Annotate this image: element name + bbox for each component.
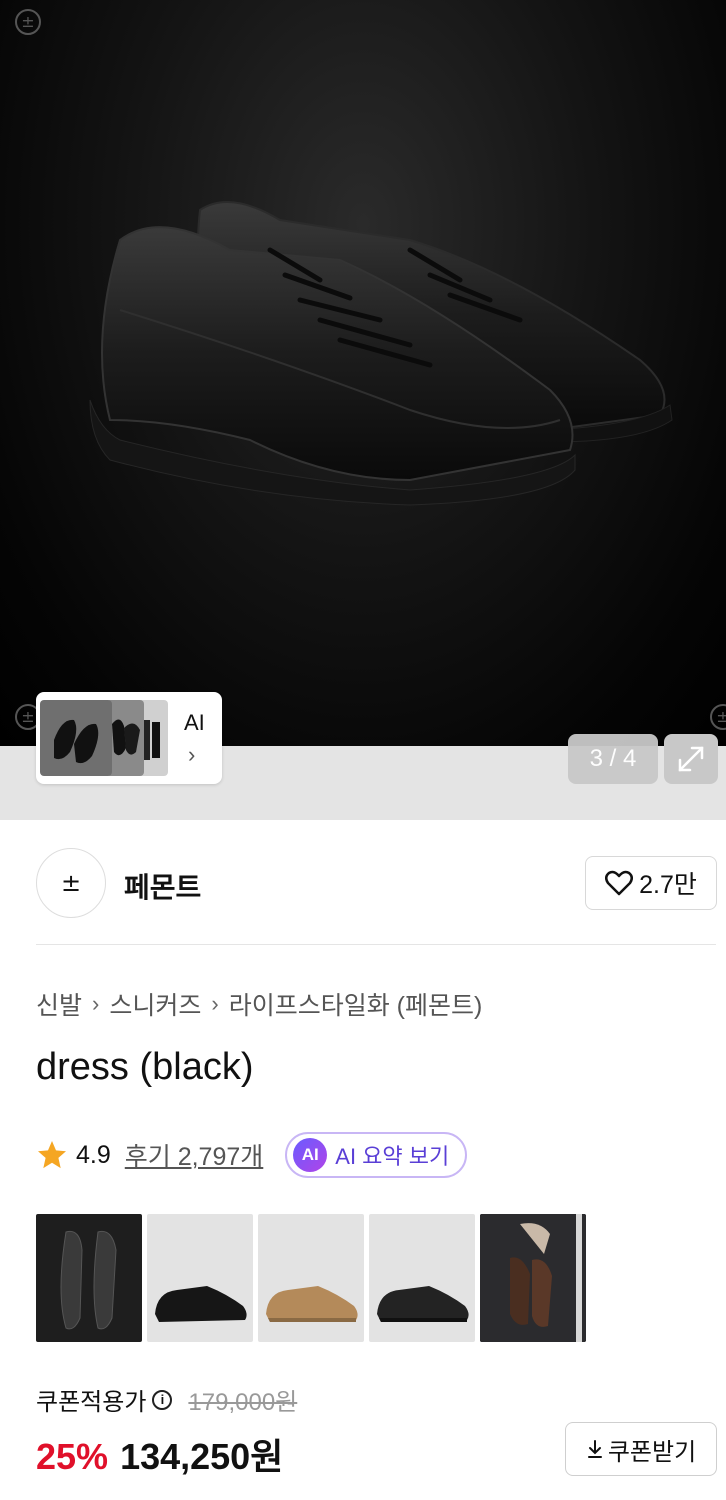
like-count: 2.7만 [639,871,697,899]
ai-badge: AI [293,1138,328,1172]
price-row: 25% 134,250원 [36,1428,283,1480]
watermark-icon: ± [710,704,726,730]
breadcrumb-item[interactable]: 라이프스타일화 (페몬트) [229,986,483,1022]
chevron-right-icon: › [211,991,219,1016]
variant-thumbnail[interactable] [36,1214,142,1342]
divider [36,944,716,945]
shoe-photo [89,201,673,506]
expand-button[interactable] [664,734,718,784]
variant-thumbnail[interactable] [480,1214,586,1342]
product-title: dress (black) [36,1046,254,1088]
breadcrumb-item[interactable]: 신발 [36,986,82,1022]
breadcrumb: 신발 › 스니커즈 › 라이프스타일화 (페몬트) [36,986,482,1022]
heart-icon [605,870,634,896]
ai-label: AI [184,710,205,735]
coupon-download-button[interactable]: 쿠폰받기 [565,1422,717,1476]
ai-summary-button[interactable]: AI AI 요약 보기 [285,1132,468,1178]
variant-thumbnail[interactable] [258,1214,364,1342]
ai-gallery-thumbnails[interactable]: AI › [36,692,222,784]
chevron-right-icon: › [92,991,100,1016]
chevron-right-icon: › [188,742,196,767]
gallery-thumbnail[interactable] [40,700,112,776]
image-counter: 3 / 4 [568,734,658,784]
brand-name[interactable]: 페몬트 [124,866,201,906]
rating-value: 4.9 [76,1140,111,1169]
watermark-icon: ± [15,9,41,35]
star-icon [38,1141,66,1169]
coupon-price-label: 쿠폰적용가 [36,1389,147,1416]
price-label-row: 쿠폰적용가 i 179,000원 [36,1382,297,1417]
variant-list [36,1214,586,1342]
discount-rate: 25% [36,1436,109,1477]
variant-thumbnail[interactable] [369,1214,475,1342]
final-price: 134,250원 [120,1436,284,1477]
ai-summary-label: AI 요약 보기 [335,1144,450,1169]
original-price: 179,000원 [188,1389,298,1416]
variant-thumbnail[interactable] [147,1214,253,1342]
product-image[interactable]: ± ± ± [0,0,726,746]
rating-row: 4.9 후기 2,797개 AI AI 요약 보기 [36,1132,468,1178]
like-button[interactable]: 2.7만 [585,856,717,910]
info-icon[interactable]: i [152,1389,173,1410]
reviews-link[interactable]: 후기 2,797개 [125,1137,264,1173]
coupon-button-label: 쿠폰받기 [607,1438,697,1466]
download-icon [587,1440,602,1458]
breadcrumb-item[interactable]: 스니커즈 [109,986,201,1022]
expand-icon [678,746,704,772]
brand-logo[interactable]: ± [36,848,106,918]
